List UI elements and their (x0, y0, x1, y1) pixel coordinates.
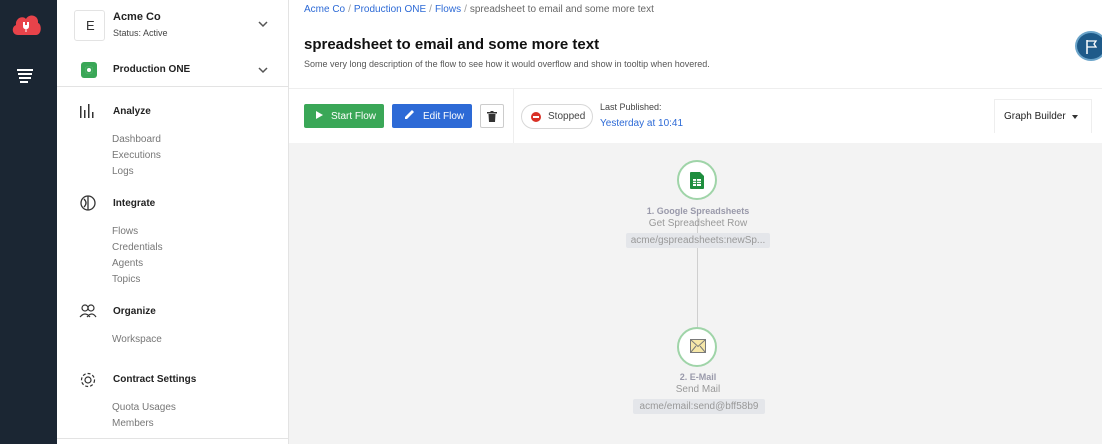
toolbar-divider (513, 89, 514, 144)
breadcrumb: Acme Co / Production ONE / Flows / spreadsheet… (304, 4, 654, 15)
nav-item-credentials[interactable]: Credentials (112, 242, 163, 253)
nav-item-quota-usages[interactable]: Quota Usages (112, 402, 176, 413)
integrate-icon (80, 195, 96, 211)
app-rail (0, 0, 57, 444)
play-icon (316, 110, 323, 122)
section-title-integrate: Integrate (113, 198, 156, 209)
nav-item-agents[interactable]: Agents (112, 258, 143, 269)
start-flow-label: Start Flow (331, 110, 377, 122)
flow-node-1[interactable] (677, 160, 717, 200)
last-published-value[interactable]: Yesterday at 10:41 (600, 118, 683, 129)
delete-flow-button[interactable] (480, 104, 504, 128)
breadcrumb-org[interactable]: Acme Co (304, 4, 345, 15)
gear-icon (80, 372, 96, 388)
nav-item-executions[interactable]: Executions (112, 150, 161, 161)
section-title-organize: Organize (113, 306, 156, 317)
flow-description: Some very long description of the flow t… (304, 59, 710, 69)
email-icon (690, 339, 706, 353)
breadcrumb-separator: / (464, 4, 467, 15)
node-1-title: 1. Google Spreadsheets (646, 206, 750, 216)
chevron-down-icon[interactable] (258, 19, 268, 29)
main-content: Acme Co / Production ONE / Flows / spreadsheet… (289, 0, 1102, 444)
flows-list-icon[interactable] (16, 67, 34, 85)
stop-icon (531, 111, 541, 122)
node-2-component-chip[interactable]: acme/email:send@bff58b9 (633, 399, 765, 414)
node-connector (697, 213, 698, 328)
org-status: Status: Active (113, 28, 168, 38)
edit-flow-label: Edit Flow (423, 110, 465, 122)
org-avatar-letter: E (86, 18, 95, 33)
cloud-logo-icon[interactable] (10, 11, 42, 37)
view-mode-dropdown[interactable]: Graph Builder (994, 99, 1092, 133)
sidebar: E Acme Co Status: Active Production ONE … (57, 0, 289, 444)
last-published-label: Last Published: (600, 102, 662, 112)
breadcrumb-separator: / (429, 4, 432, 15)
nav-item-workspace[interactable]: Workspace (112, 334, 162, 345)
section-title-contract-settings: Contract Settings (113, 374, 197, 385)
section-title-analyze: Analyze (113, 106, 151, 117)
trash-icon (487, 110, 497, 122)
environment-icon (81, 62, 97, 78)
breadcrumb-flows[interactable]: Flows (435, 4, 461, 15)
feedback-button[interactable] (1075, 31, 1102, 61)
pencil-icon (404, 109, 415, 123)
org-name: Acme Co (113, 11, 161, 23)
breadcrumb-environment[interactable]: Production ONE (354, 4, 426, 15)
node-1-subtitle: Get Spreadsheet Row (648, 218, 748, 229)
flow-title: spreadsheet to email and some more text (304, 36, 600, 53)
flow-node-2[interactable] (677, 327, 717, 367)
nav-item-logs[interactable]: Logs (112, 166, 134, 177)
flow-status-text: Stopped (548, 111, 586, 122)
breadcrumb-current: spreadsheet to email and some more text (469, 4, 654, 15)
edit-flow-button[interactable]: Edit Flow (392, 104, 472, 128)
node-2-subtitle: Send Mail (675, 384, 721, 395)
node-1-component-chip[interactable]: acme/gspreadsheets:newSp... (626, 233, 770, 248)
breadcrumb-separator: / (348, 4, 351, 15)
start-flow-button[interactable]: Start Flow (304, 104, 384, 128)
spreadsheet-icon (690, 172, 704, 189)
bar-chart-icon (80, 104, 94, 118)
environment-name: Production ONE (113, 64, 191, 75)
nav-item-flows[interactable]: Flows (112, 226, 138, 237)
people-icon (79, 304, 97, 318)
caret-down-icon (1071, 114, 1078, 119)
node-2-title: 2. E-Mail (679, 372, 717, 382)
flow-toolbar: Start Flow Edit Flow Stopped Last Publis… (289, 88, 1102, 144)
chevron-down-icon[interactable] (258, 65, 268, 75)
nav-item-members[interactable]: Members (112, 418, 154, 429)
flag-icon (1086, 40, 1098, 54)
view-mode-label: Graph Builder (1004, 111, 1066, 122)
organization-switcher[interactable]: E Acme Co Status: Active (57, 0, 288, 50)
flow-graph-canvas[interactable]: 1. Google Spreadsheets Get Spreadsheet R… (289, 143, 1102, 444)
org-avatar: E (74, 10, 105, 41)
sidebar-divider (57, 438, 288, 439)
nav-item-topics[interactable]: Topics (112, 274, 140, 285)
environment-switcher[interactable]: Production ONE (57, 50, 288, 87)
nav-item-dashboard[interactable]: Dashboard (112, 134, 161, 145)
flow-status-badge[interactable]: Stopped (521, 104, 593, 129)
